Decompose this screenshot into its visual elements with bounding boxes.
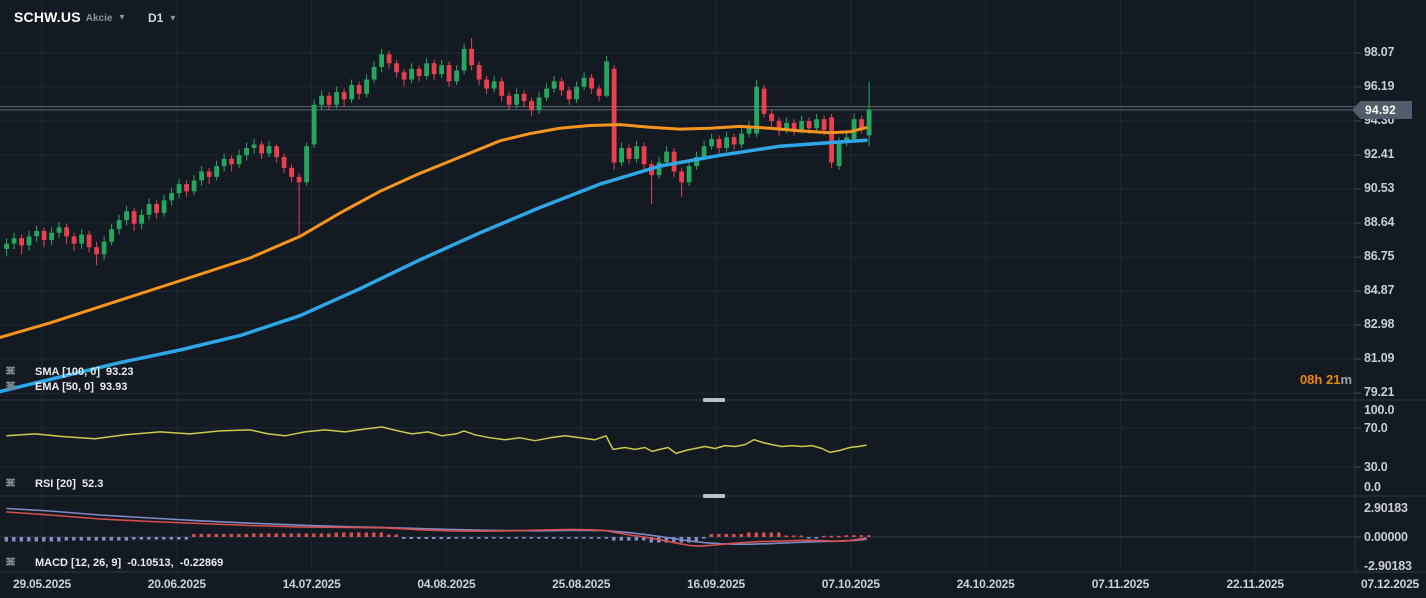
date-axis-label: 20.06.2025	[148, 577, 206, 591]
time-axis[interactable]: 29.05.2025 20.06.2025 14.07.2025 04.08.2025…	[0, 572, 1426, 598]
price-axis-label: 98.07	[1364, 45, 1394, 59]
price-axis-label: 88.64	[1364, 215, 1394, 229]
macd-panel-resize-handle[interactable]	[703, 494, 725, 498]
indicator-remove-icon[interactable]	[20, 367, 31, 378]
indicator-remove-icon[interactable]	[20, 558, 31, 569]
chart-canvas[interactable]	[0, 0, 1426, 598]
price-axis-label: 86.75	[1364, 249, 1394, 263]
rsi-value: 52.3	[82, 478, 103, 490]
macd-axis-label: -2.90183	[1364, 559, 1412, 573]
sma-value: 93.23	[106, 366, 134, 378]
symbol-dropdown-caret-icon[interactable]: ▾	[119, 12, 124, 23]
candle-countdown: 08h 21m	[1300, 372, 1352, 387]
date-axis-label: 24.10.2025	[957, 577, 1015, 591]
date-axis-label: 29.05.2025	[13, 577, 71, 591]
symbol-name[interactable]: SCHW.US	[14, 9, 81, 25]
date-axis-label: 07.10.2025	[822, 577, 880, 591]
price-axis-label: 90.53	[1364, 181, 1394, 195]
instrument-header: SCHW.US Akcie ▾	[14, 9, 124, 25]
macd-axis-label: 2.90183	[1364, 501, 1408, 515]
price-axis-label: 84.87	[1364, 283, 1394, 297]
sma-label: SMA [100, 0]	[35, 366, 100, 378]
date-axis-label: 25.08.2025	[552, 577, 610, 591]
date-axis-label: 07.11.2025	[1092, 577, 1149, 591]
timeframe-dropdown-caret-icon[interactable]: ▾	[170, 13, 175, 24]
asset-type-label: Akcie	[86, 13, 113, 24]
date-axis-label: 16.09.2025	[687, 577, 745, 591]
price-axis-label: 82.98	[1364, 317, 1394, 331]
date-axis-label: 22.11.2025	[1226, 577, 1283, 591]
legend-sma: SMA [100, 0] 93.23	[5, 365, 134, 379]
date-axis-label: 14.07.2025	[283, 577, 341, 591]
macd-label: MACD [12, 26, 9]	[35, 557, 121, 569]
indicator-remove-icon[interactable]	[20, 382, 31, 393]
legend-macd: MACD [12, 26, 9] -0.10513, -0.22869	[5, 556, 223, 570]
rsi-axis-label: 0.0	[1364, 480, 1381, 494]
timeframe-select[interactable]: D1 ▾	[148, 11, 175, 25]
trading-chart-window: SCHW.US Akcie ▾ D1 ▾ SMA [100, 0] 93.23 …	[0, 0, 1426, 598]
price-axis-label: 96.19	[1364, 79, 1394, 93]
macd-axis-label: 0.00000	[1364, 530, 1408, 544]
rsi-label: RSI [20]	[35, 478, 76, 490]
countdown-unit: m	[1340, 372, 1352, 387]
rsi-panel-resize-handle[interactable]	[703, 398, 725, 402]
price-axis[interactable]: 98.0796.1994.3092.4190.5388.6486.7584.87…	[1355, 0, 1426, 572]
legend-rsi: RSI [20] 52.3	[5, 477, 103, 491]
ema-label: EMA [50, 0]	[35, 381, 94, 393]
rsi-axis-label: 30.0	[1364, 460, 1388, 474]
indicator-remove-icon[interactable]	[20, 479, 31, 490]
timeframe-label: D1	[148, 11, 163, 25]
rsi-axis-label: 70.0	[1364, 421, 1388, 435]
date-axis-label: 04.08.2025	[417, 577, 475, 591]
current-price-tag: 94.92	[1352, 101, 1412, 119]
macd-value: -0.10513, -0.22869	[127, 557, 223, 569]
ema-value: 93.93	[100, 381, 128, 393]
legend-ema: EMA [50, 0] 93.93	[5, 380, 127, 394]
date-axis-label: 07.12.2025	[1361, 577, 1419, 591]
price-axis-label: 81.09	[1364, 351, 1394, 365]
price-axis-label: 92.41	[1364, 147, 1394, 161]
countdown-time: 08h 21	[1300, 372, 1340, 387]
current-price-value: 94.92	[1352, 103, 1396, 117]
rsi-axis-label: 100.0	[1364, 403, 1394, 417]
price-axis-label: 79.21	[1364, 385, 1394, 399]
